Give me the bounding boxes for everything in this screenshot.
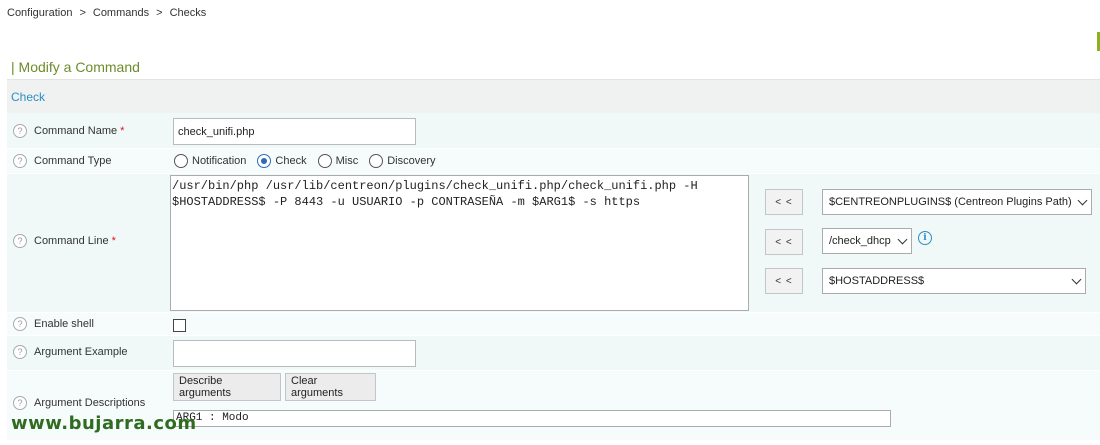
insert-host-macro-button[interactable]: < < bbox=[765, 268, 803, 294]
insert-plugin-button[interactable]: < < bbox=[765, 229, 803, 255]
radio-discovery[interactable]: Discovery bbox=[369, 154, 436, 168]
row-command-name: ? Command Name * bbox=[7, 113, 1100, 149]
question-circle-icon[interactable]: ? bbox=[13, 345, 27, 359]
radio-check[interactable]: Check bbox=[257, 154, 307, 168]
argument-example-input[interactable] bbox=[173, 340, 416, 367]
breadcrumb: Configuration > Commands > Checks bbox=[7, 7, 206, 19]
command-name-input[interactable] bbox=[173, 118, 416, 145]
host-macro-select[interactable]: $HOSTADDRESS$ bbox=[822, 268, 1086, 294]
question-circle-icon[interactable]: ? bbox=[13, 317, 27, 331]
tab-check[interactable]: Check bbox=[11, 90, 45, 104]
enable-shell-label: ? Enable shell bbox=[13, 317, 94, 331]
macros-select[interactable]: $CENTREONPLUGINS$ (Centreon Plugins Path… bbox=[822, 189, 1092, 215]
question-circle-icon[interactable]: ? bbox=[13, 124, 27, 138]
row-command-type: ? Command Type Notification Check Misc D… bbox=[7, 149, 1100, 174]
argument-descriptions-textarea[interactable]: ARG1 : Modo bbox=[173, 410, 891, 427]
radio-button[interactable] bbox=[317, 154, 332, 168]
command-type-radio-group: Notification Check Misc Discovery bbox=[174, 154, 447, 168]
section-header: Check bbox=[7, 79, 1100, 113]
row-enable-shell: ? Enable shell bbox=[7, 313, 1100, 336]
command-line-textarea[interactable]: /usr/bin/php /usr/lib/centreon/plugins/c… bbox=[170, 175, 749, 311]
breadcrumb-item-commands[interactable]: Commands bbox=[93, 7, 149, 19]
breadcrumb-item-checks[interactable]: Checks bbox=[170, 7, 207, 19]
required-mark: * bbox=[111, 235, 116, 247]
chevron-down-icon bbox=[1077, 195, 1088, 206]
describe-arguments-button[interactable]: Describe arguments bbox=[173, 373, 281, 401]
info-circle-icon[interactable]: i bbox=[918, 231, 932, 245]
breadcrumb-separator: > bbox=[156, 7, 163, 19]
chevron-down-icon bbox=[897, 234, 908, 245]
watermark: www.bujarra.com bbox=[11, 413, 197, 434]
radio-button[interactable] bbox=[174, 154, 188, 168]
breadcrumb-separator: > bbox=[79, 7, 86, 19]
page-title: | Modify a Command bbox=[11, 59, 140, 75]
plugin-select[interactable]: /check_dhcp bbox=[822, 228, 912, 254]
command-line-label: ? Command Line * bbox=[13, 234, 116, 248]
radio-button-selected[interactable] bbox=[257, 154, 272, 168]
radio-button[interactable] bbox=[369, 154, 384, 168]
breadcrumb-item-configuration[interactable]: Configuration bbox=[7, 7, 72, 19]
insert-macro-button[interactable]: < < bbox=[765, 189, 803, 215]
enable-shell-checkbox[interactable] bbox=[173, 319, 186, 332]
clear-arguments-button[interactable]: Clear arguments bbox=[285, 373, 376, 401]
row-argument-example: ? Argument Example bbox=[7, 336, 1100, 371]
command-name-label: ? Command Name * bbox=[13, 124, 124, 138]
radio-misc[interactable]: Misc bbox=[317, 154, 358, 168]
argument-example-label: ? Argument Example bbox=[13, 345, 128, 359]
command-form: Check ? Command Name* ? Command Type Not… bbox=[7, 79, 1100, 441]
required-mark: * bbox=[120, 125, 125, 137]
question-circle-icon[interactable]: ? bbox=[13, 154, 27, 168]
radio-notification[interactable]: Notification bbox=[174, 154, 246, 168]
chevron-down-icon bbox=[1071, 274, 1082, 285]
argument-descriptions-label: ? Argument Descriptions bbox=[13, 396, 145, 410]
row-command-line: ? Command Line * /usr/bin/php /usr/lib/ce… bbox=[7, 174, 1100, 313]
question-circle-icon[interactable]: ? bbox=[13, 396, 27, 410]
command-type-label: ? Command Type bbox=[13, 154, 111, 168]
question-circle-icon[interactable]: ? bbox=[13, 234, 27, 248]
